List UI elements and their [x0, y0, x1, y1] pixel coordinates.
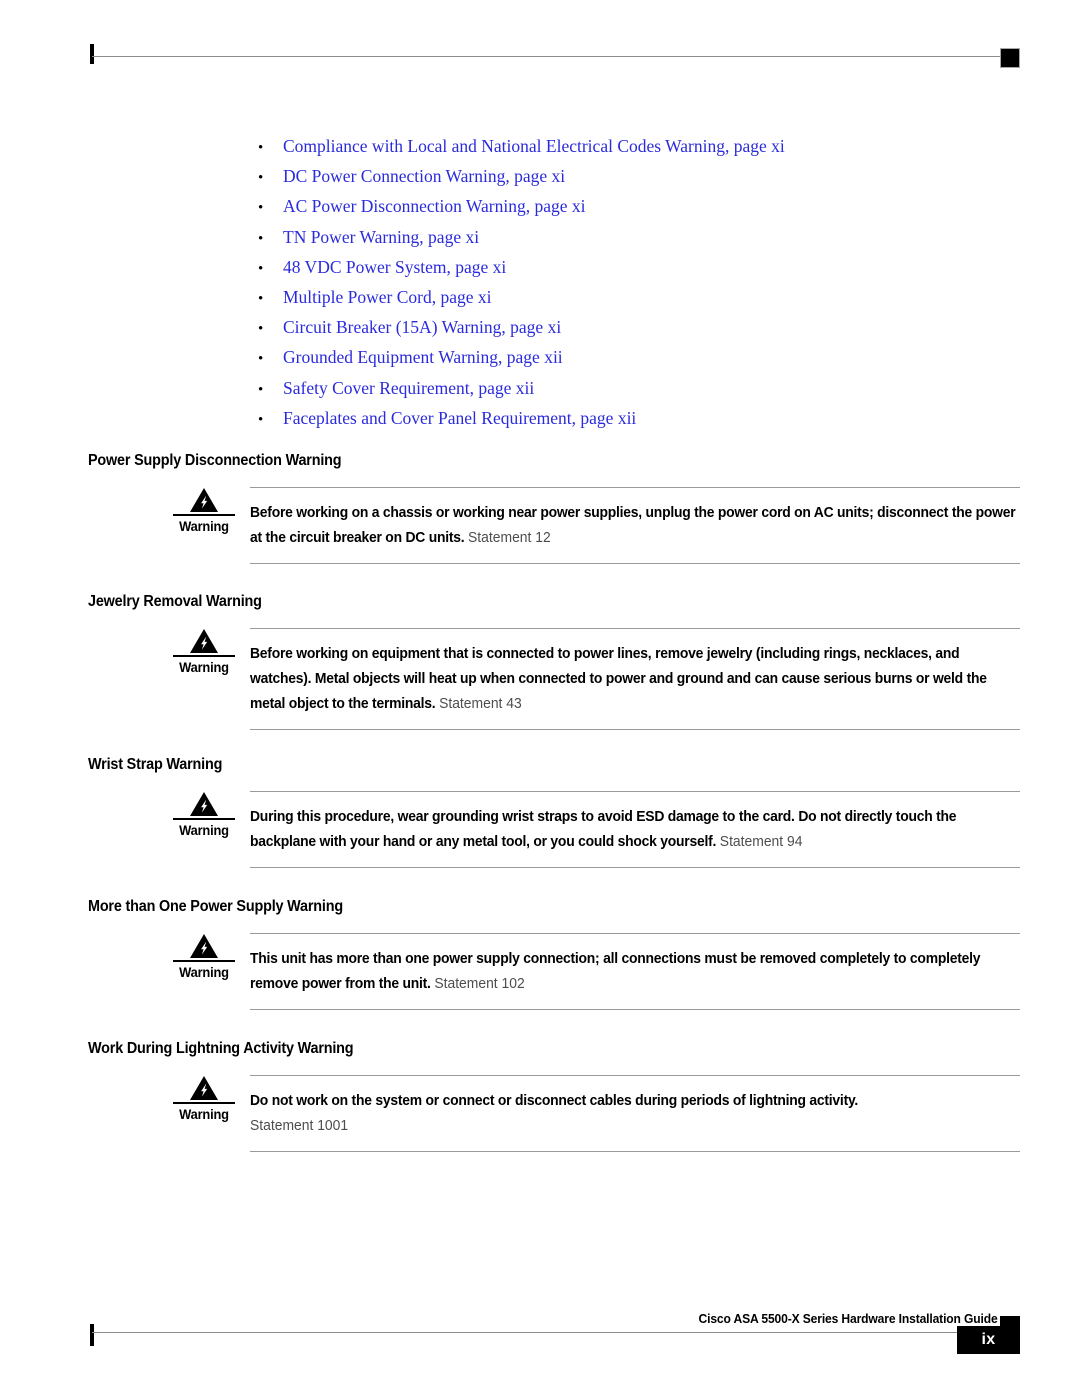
statement-reference: Statement 1001 — [250, 1117, 349, 1134]
header-rule — [92, 56, 1002, 57]
warning-triangle-lightning-icon — [190, 792, 218, 816]
list-item: • DC Power Connection Warning, page xi — [258, 166, 1018, 196]
warning-body: Do not work on the system or connect or … — [250, 1075, 1020, 1152]
warning-text-body: Before working on equipment that is conn… — [250, 645, 987, 712]
footer-guide-title: Cisco ASA 5500-X Series Hardware Install… — [698, 1311, 998, 1326]
cross-reference-link-6[interactable]: Multiple Power Cord, page xi — [283, 287, 492, 308]
warning-text: This unit has more than one power supply… — [250, 946, 1018, 996]
warning-body: During this procedure, wear grounding wr… — [250, 791, 1020, 868]
footer-rule — [92, 1332, 1002, 1333]
list-item: • Circuit Breaker (15A) Warning, page xi — [258, 317, 1018, 347]
bullet-icon: • — [258, 411, 264, 428]
bullet-icon: • — [258, 260, 264, 277]
warning-section: Jewelry Removal Warning Warning Before wor… — [88, 593, 1020, 730]
crop-mark-top-left — [90, 44, 94, 64]
list-item: • 48 VDC Power System, page xi — [258, 257, 1018, 287]
crop-mark-bottom-left — [90, 1324, 94, 1346]
warning-gutter: Warning — [161, 487, 247, 534]
warning-triangle-lightning-icon — [190, 488, 218, 512]
section-heading: Power Supply Disconnection Warning — [88, 452, 342, 469]
list-item: • Compliance with Local and National Elec… — [258, 136, 1018, 166]
bullet-icon: • — [258, 170, 264, 187]
cross-reference-link-8[interactable]: Grounded Equipment Warning, page xii — [283, 347, 563, 368]
list-item: • Safety Cover Requirement, page xii — [258, 378, 1018, 408]
cross-reference-link-2[interactable]: DC Power Connection Warning, page xi — [283, 166, 565, 187]
warning-body: This unit has more than one power supply… — [250, 933, 1020, 1010]
cross-reference-link-7[interactable]: Circuit Breaker (15A) Warning, page xi — [283, 317, 561, 338]
warning-section: Work During Lightning Activity Warning Wa… — [88, 1040, 1020, 1152]
list-item: • AC Power Disconnection Warning, page xi — [258, 196, 1018, 226]
warning-text: Before working on equipment that is conn… — [250, 641, 1018, 716]
list-item: • Faceplates and Cover Panel Requirement,… — [258, 408, 1018, 438]
list-item: • TN Power Warning, page xi — [258, 227, 1018, 257]
list-item: • Multiple Power Cord, page xi — [258, 287, 1018, 317]
warning-text-body: This unit has more than one power supply… — [250, 950, 981, 992]
warning-gutter: Warning — [161, 628, 247, 675]
warning-text: Before working on a chassis or working n… — [250, 500, 1018, 550]
warning-icon-rule — [173, 655, 235, 657]
warning-body: Before working on equipment that is conn… — [250, 628, 1020, 730]
warning-admonition: Warning Do not work on the system or conn… — [88, 1075, 1020, 1152]
statement-reference: Statement 94 — [719, 833, 803, 850]
warning-label: Warning — [179, 822, 229, 838]
warning-text: During this procedure, wear grounding wr… — [250, 804, 1018, 854]
warning-text-body: During this procedure, wear grounding wr… — [250, 808, 957, 850]
statement-reference: Statement 43 — [439, 695, 522, 712]
section-heading: Wrist Strap Warning — [88, 756, 223, 773]
bullet-icon: • — [258, 290, 264, 307]
warning-gutter: Warning — [161, 933, 247, 980]
warning-section: More than One Power Supply Warning Warnin… — [88, 898, 1020, 1010]
bullet-icon: • — [258, 230, 264, 247]
section-heading: Jewelry Removal Warning — [88, 593, 262, 610]
warning-admonition: Warning Before working on a chassis or wo… — [88, 487, 1020, 564]
cross-reference-link-3[interactable]: AC Power Disconnection Warning, page xi — [283, 196, 586, 217]
warning-admonition: Warning Before working on equipment that … — [88, 628, 1020, 730]
warning-triangle-lightning-icon — [190, 629, 218, 653]
warning-icon-rule — [173, 818, 235, 820]
warning-label: Warning — [179, 964, 229, 980]
bullet-icon: • — [258, 381, 264, 398]
list-item: • Grounded Equipment Warning, page xii — [258, 347, 1018, 377]
cross-reference-list: • Compliance with Local and National Elec… — [258, 136, 1018, 438]
warning-section: Power Supply Disconnection Warning Warnin… — [88, 452, 1020, 564]
warning-text: Do not work on the system or connect or … — [250, 1088, 1018, 1138]
crop-mark-top-right — [1000, 48, 1020, 68]
cross-reference-link-4[interactable]: TN Power Warning, page xi — [283, 227, 479, 248]
section-heading: More than One Power Supply Warning — [88, 898, 343, 915]
warning-text-body: Do not work on the system or connect or … — [250, 1092, 859, 1109]
statement-reference: Statement 12 — [468, 529, 551, 546]
warning-admonition: Warning During this procedure, wear groun… — [88, 791, 1020, 868]
bullet-icon: • — [258, 321, 264, 338]
warning-triangle-lightning-icon — [190, 1076, 218, 1100]
warning-label: Warning — [179, 659, 229, 675]
cross-reference-link-9[interactable]: Safety Cover Requirement, page xii — [283, 378, 534, 399]
warning-icon-rule — [173, 1102, 235, 1104]
warning-label: Warning — [179, 1106, 229, 1122]
bullet-icon: • — [258, 200, 264, 217]
statement-reference: Statement 102 — [434, 975, 525, 992]
warning-gutter: Warning — [161, 791, 247, 838]
cross-reference-link-5[interactable]: 48 VDC Power System, page xi — [283, 257, 506, 278]
warning-admonition: Warning This unit has more than one power… — [88, 933, 1020, 1010]
warning-section: Wrist Strap Warning Warning During this pr… — [88, 756, 1020, 868]
cross-reference-link-10[interactable]: Faceplates and Cover Panel Requirement, … — [283, 408, 636, 429]
warning-triangle-lightning-icon — [190, 934, 218, 958]
section-heading: Work During Lightning Activity Warning — [88, 1040, 354, 1057]
warning-text-body: Before working on a chassis or working n… — [250, 504, 1016, 546]
bullet-icon: • — [258, 140, 264, 156]
page-number: ix — [957, 1326, 1020, 1354]
warning-label: Warning — [179, 518, 229, 534]
warning-gutter: Warning — [161, 1075, 247, 1122]
cross-reference-link-1[interactable]: Compliance with Local and National Elect… — [283, 136, 785, 157]
warning-icon-rule — [173, 960, 235, 962]
warning-body: Before working on a chassis or working n… — [250, 487, 1020, 564]
warning-icon-rule — [173, 514, 235, 516]
bullet-icon: • — [258, 351, 264, 368]
